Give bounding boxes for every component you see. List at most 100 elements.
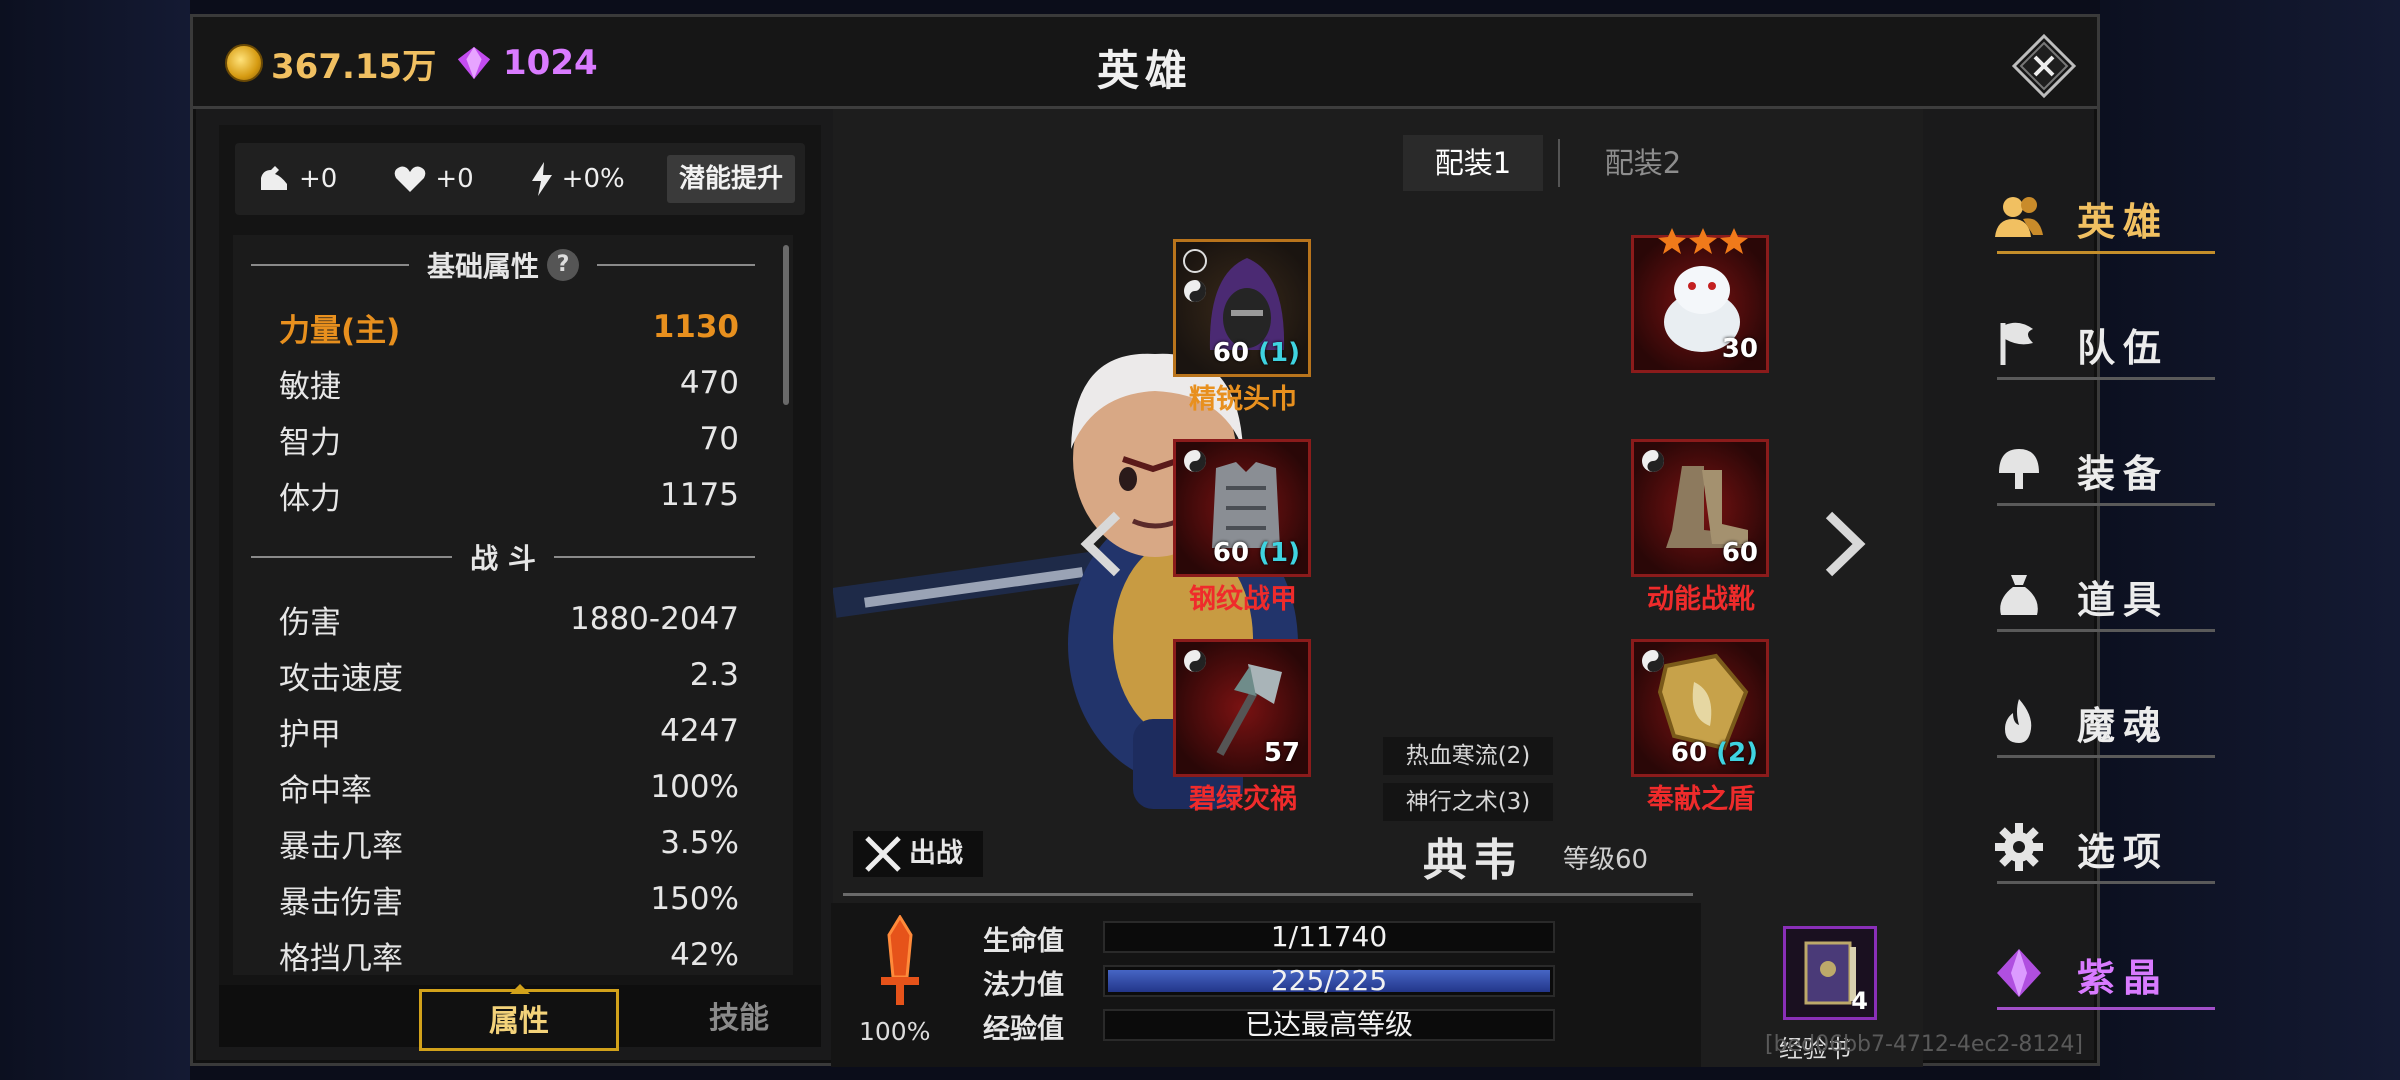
tab-loadout-2[interactable]: 配装2 (1573, 135, 1713, 191)
stat-row-agility: 敏捷 470 (279, 361, 739, 405)
stat-label: 暴击几率 (279, 828, 403, 865)
shield-level: 60 (2) (1670, 738, 1758, 768)
shield-slot[interactable]: 60 (2) (1631, 639, 1769, 777)
page-title: 英雄 (1096, 46, 1193, 95)
potential-bonus-bar: +0 +0 +0% 潜能提升 (235, 143, 805, 215)
user-id: [bed06bb7-4712-4ec2-8124] (1765, 1032, 2083, 1057)
help-icon[interactable]: ? (547, 249, 580, 281)
menu-team-label: 队伍 (2077, 326, 2170, 370)
stat-row-block-chance: 格挡几率 42% (279, 933, 739, 975)
menu-equipment-label: 装备 (2077, 452, 2170, 496)
strength-bonus-value: +0 (299, 164, 338, 194)
attributes-panel: +0 +0 +0% 潜能提升 基础属性 ? 力量(主) 1130 敏捷 470 … (219, 125, 821, 1051)
strength-bonus: +0 (257, 164, 337, 194)
health-bonus-value: +0 (435, 164, 474, 194)
exp-label: 经验值 (983, 1014, 1064, 1045)
stat-label: 命中率 (279, 772, 372, 809)
helmet-level: 60 (1) (1212, 338, 1300, 368)
stat-value: 1130 (652, 309, 739, 345)
crossed-swords-icon (865, 836, 901, 872)
armor-level: 60 (1) (1212, 538, 1300, 568)
hero-status: 100% 生命值 1/11740 法力值 225/225 经验值 已达最高等级 (831, 903, 1701, 1067)
tab-attributes[interactable]: 属性 (419, 984, 619, 1051)
deploy-label: 出战 (909, 838, 963, 869)
stat-row-crit-chance: 暴击几率 3.5% (279, 821, 739, 865)
weapon-slot[interactable]: 57 (1173, 639, 1311, 777)
menu-soul[interactable]: 魔魂 (1977, 673, 2215, 773)
tab-attributes-label: 属性 (489, 1004, 549, 1039)
crystal-icon (1997, 949, 2041, 997)
stat-value: 2.3 (689, 657, 739, 693)
menu-equipment[interactable]: 装备 (1977, 421, 2215, 521)
stat-label: 护甲 (279, 716, 341, 753)
stat-label: 力量(主) (279, 312, 401, 349)
stat-label: 攻击速度 (279, 660, 403, 697)
bag-icon (2000, 575, 2038, 615)
stat-label: 伤害 (279, 604, 341, 641)
previous-hero-arrow-icon[interactable] (1077, 509, 1127, 579)
stat-value: 470 (679, 365, 739, 401)
tab-skills[interactable]: 技能 (639, 989, 839, 1051)
menu-team[interactable]: 队伍 (1977, 295, 2215, 395)
exp-book-button[interactable]: 4 (1783, 926, 1877, 1020)
stat-row-stamina: 体力 1175 (279, 473, 739, 517)
flame-icon (2005, 699, 2032, 743)
close-icon[interactable] (2011, 33, 2077, 99)
divider (843, 893, 1693, 896)
stat-value: 70 (699, 421, 739, 457)
stats-list[interactable]: 基础属性 ? 力量(主) 1130 敏捷 470 智力 70 体力 1175 战… (233, 235, 793, 975)
helmet-slot[interactable]: 60 (1) (1173, 239, 1311, 377)
pet-slot[interactable]: 30 (1631, 228, 1769, 373)
menu-soul-label: 魔魂 (2077, 704, 2170, 748)
stat-value: 3.5% (660, 825, 739, 861)
menu-crystal-label: 紫晶 (2077, 956, 2170, 1000)
hp-value: 1/11740 (1270, 920, 1388, 953)
exp-book-count: 4 (1851, 987, 1868, 1015)
menu-options[interactable]: 选项 (1977, 799, 2215, 899)
menu-hero[interactable]: 英雄 (1977, 169, 2215, 269)
heart-icon (394, 166, 426, 192)
menu-underline (1997, 1007, 2215, 1010)
stat-row-attack-speed: 攻击速度 2.3 (279, 653, 739, 697)
stats-scrollbar[interactable] (783, 245, 789, 405)
stat-label: 格挡几率 (279, 940, 403, 976)
power-percentage: 100% (859, 1017, 931, 1046)
next-hero-arrow-icon[interactable] (1819, 509, 1869, 579)
background-left (0, 0, 190, 1080)
attribute-tabs: 属性 技能 (219, 984, 821, 1051)
boots-name: 动能战靴 (1647, 584, 1755, 615)
stat-label: 敏捷 (279, 368, 341, 405)
menu-underline (1997, 377, 2215, 380)
exp-bar: 已达最高等级 (1103, 1009, 1555, 1041)
tab-loadout-1[interactable]: 配装1 (1403, 135, 1543, 191)
potential-upgrade-button[interactable]: 潜能提升 (666, 155, 795, 203)
main-menu: 英雄 队伍 装备 道具 魔魂 选项 紫晶 (1931, 109, 2215, 1069)
set-bonus-tag-2[interactable]: 神行之术(3) (1383, 783, 1553, 821)
menu-crystal[interactable]: 紫晶 (1977, 925, 2215, 1025)
flag-icon (2000, 322, 2033, 365)
deploy-button[interactable]: 出战 (853, 831, 983, 877)
people-icon (1995, 197, 2043, 237)
stat-row-intelligence: 智力 70 (279, 417, 739, 461)
menu-underline (1997, 755, 2215, 758)
hp-label: 生命值 (983, 926, 1064, 957)
armor-slot[interactable]: 60 (1) (1173, 439, 1311, 577)
base-attributes-title: 基础属性 (427, 250, 540, 283)
stat-label: 体力 (279, 480, 341, 517)
stat-value: 1880-2047 (570, 601, 739, 637)
combat-header: 战 斗 (233, 537, 773, 577)
stat-label: 暴击伤害 (279, 884, 403, 921)
weapon-level: 57 (1263, 738, 1300, 768)
health-bonus: +0 (393, 164, 474, 194)
three-star-rating-icon (1658, 228, 1748, 254)
hero-window: 367.15万 1024 英雄 +0 +0 +0% 潜能提升 基础属性 ? 力量… (190, 14, 2215, 1069)
stat-value: 150% (650, 881, 739, 917)
hero-name: 典韦 (1423, 835, 1523, 886)
menu-items[interactable]: 道具 (1977, 547, 2215, 647)
set-bonus-tag-1[interactable]: 热血寒流(2) (1383, 737, 1553, 775)
menu-options-label: 选项 (2077, 830, 2170, 874)
stat-row-hit-rate: 命中率 100% (279, 765, 739, 809)
menu-underline (1997, 251, 2215, 254)
boots-slot[interactable]: 60 (1631, 439, 1769, 577)
helmet-name: 精锐头巾 (1189, 384, 1297, 415)
